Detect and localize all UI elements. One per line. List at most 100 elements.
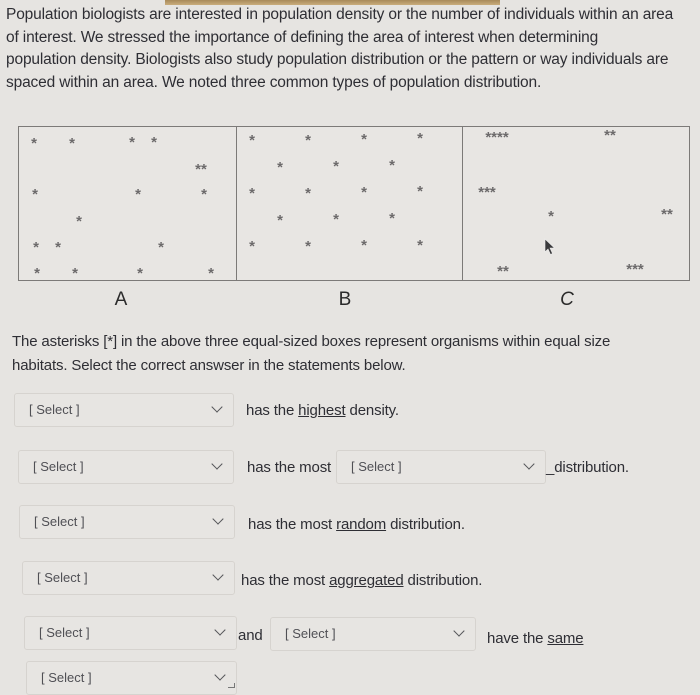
habitat-label-c: C bbox=[560, 289, 574, 310]
organism-asterisk: * bbox=[158, 239, 164, 256]
organism-asterisk: *** bbox=[626, 261, 644, 278]
instructions: The asterisks [*] in the above three equ… bbox=[12, 330, 610, 378]
instructions-line: habitats. Select the correct answser in … bbox=[12, 357, 406, 374]
statement-distribution-suffix: _distribution. bbox=[546, 459, 629, 476]
organism-asterisk: * bbox=[333, 211, 339, 228]
organism-asterisk: * bbox=[389, 210, 395, 227]
statement-random-distribution: has the most random distribution. bbox=[248, 516, 465, 533]
statement-aggregated-distribution: has the most aggregated distribution. bbox=[241, 572, 482, 589]
organism-asterisk: * bbox=[417, 130, 423, 147]
statement-text: has the bbox=[246, 402, 299, 419]
select-value: [ Select ] bbox=[34, 514, 85, 529]
organism-asterisk: * bbox=[249, 238, 255, 255]
intro-paragraph: Population biologists are interested in … bbox=[6, 4, 700, 94]
select-value: [ Select ] bbox=[37, 570, 88, 585]
intro-line: population density. Biologists also stud… bbox=[6, 51, 669, 68]
statement-highest-density: has the highest density. bbox=[246, 402, 399, 419]
habitat-label-b: B bbox=[338, 289, 352, 310]
aggregated-distribution-select[interactable]: [ Select ] bbox=[22, 561, 235, 595]
chevron-down-icon bbox=[214, 624, 226, 636]
organism-asterisk: * bbox=[305, 185, 311, 202]
select-value: [ Select ] bbox=[29, 402, 80, 417]
statement-text: has the most bbox=[248, 516, 337, 533]
emphasis-highest: highest bbox=[298, 402, 346, 419]
organism-asterisk: * bbox=[129, 134, 135, 151]
select-value: [ Select ] bbox=[351, 459, 402, 474]
habitat-label-a: A bbox=[114, 289, 128, 310]
same-distribution-select-first[interactable]: [ Select ] bbox=[24, 616, 237, 650]
organism-asterisk: * bbox=[277, 212, 283, 229]
chevron-down-icon bbox=[211, 458, 223, 470]
chevron-down-icon bbox=[212, 569, 224, 581]
organism-asterisk: * bbox=[55, 239, 61, 256]
intro-line: Population biologists are interested in … bbox=[6, 6, 674, 23]
organism-asterisk: * bbox=[249, 185, 255, 202]
organism-asterisk: * bbox=[34, 265, 40, 282]
organism-asterisk: ** bbox=[195, 161, 207, 178]
select-value: [ Select ] bbox=[41, 670, 92, 685]
organism-asterisk: * bbox=[361, 184, 367, 201]
organism-asterisk: * bbox=[135, 186, 141, 203]
select-value: [ Select ] bbox=[33, 459, 84, 474]
same-distribution-select-second[interactable]: [ Select ] bbox=[270, 617, 476, 651]
organism-asterisk: * bbox=[201, 186, 207, 203]
emphasis-random: random bbox=[336, 516, 387, 533]
same-property-select[interactable]: [ Select ] bbox=[26, 661, 237, 695]
habitat-box-a: * * * * ** * * * * * * * * * * * bbox=[18, 126, 238, 281]
chevron-down-icon bbox=[211, 401, 223, 413]
organism-asterisk: * bbox=[137, 265, 143, 282]
emphasis-aggregated: aggregated bbox=[329, 572, 404, 589]
statement-has-the-most: has the most bbox=[247, 459, 332, 476]
statement-text: distribution. bbox=[386, 516, 465, 533]
resize-handle-icon bbox=[228, 683, 235, 688]
organism-asterisk: * bbox=[361, 237, 367, 254]
organism-asterisk: ** bbox=[497, 263, 509, 280]
organism-asterisk: **** bbox=[485, 129, 509, 146]
organism-asterisk: * bbox=[389, 157, 395, 174]
organism-asterisk: * bbox=[31, 135, 37, 152]
organism-asterisk: * bbox=[417, 237, 423, 254]
organism-asterisk: ** bbox=[604, 127, 616, 144]
organism-asterisk: * bbox=[361, 131, 367, 148]
habitat-diagram: * * * * ** * * * * * * * * * * * * * * * * * * * * * * * * * * * * * ***… bbox=[18, 126, 690, 283]
habitat-box-b: * * * * * * * * * * * * * * * * * * bbox=[236, 126, 464, 281]
statement-text: has the most bbox=[241, 572, 330, 589]
statement-and: and bbox=[238, 627, 263, 644]
chevron-down-icon bbox=[212, 513, 224, 525]
statement-text: have the bbox=[487, 630, 548, 647]
organism-asterisk: * bbox=[277, 159, 283, 176]
random-distribution-select[interactable]: [ Select ] bbox=[19, 505, 235, 539]
density-select[interactable]: [ Select ] bbox=[14, 393, 234, 427]
organism-asterisk: * bbox=[249, 132, 255, 149]
distribution-type-select[interactable]: [ Select ] bbox=[336, 450, 546, 484]
habitat-box-c: **** ** *** * ** ** *** bbox=[462, 126, 690, 281]
statement-text: distribution. bbox=[403, 572, 483, 589]
organism-asterisk: ** bbox=[661, 206, 673, 223]
select-value: [ Select ] bbox=[285, 626, 336, 641]
organism-asterisk: * bbox=[333, 158, 339, 175]
organism-asterisk: * bbox=[305, 132, 311, 149]
emphasis-same: same bbox=[547, 630, 584, 647]
organism-asterisk: * bbox=[69, 135, 75, 152]
organism-asterisk: * bbox=[305, 238, 311, 255]
organism-asterisk: * bbox=[32, 186, 38, 203]
instructions-line: The asterisks [*] in the above three equ… bbox=[12, 333, 611, 350]
statement-have-the-same: have the same bbox=[487, 630, 584, 647]
distribution-habitat-select[interactable]: [ Select ] bbox=[18, 450, 234, 484]
organism-asterisk: * bbox=[72, 265, 78, 282]
organism-asterisk: * bbox=[151, 134, 157, 151]
organism-asterisk: * bbox=[33, 239, 39, 256]
organism-asterisk: *** bbox=[478, 184, 496, 201]
intro-line: spaced within an area. We noted three co… bbox=[6, 73, 542, 91]
select-value: [ Select ] bbox=[39, 625, 90, 640]
mouse-pointer-icon bbox=[544, 238, 556, 255]
organism-asterisk: * bbox=[548, 208, 554, 225]
chevron-down-icon bbox=[214, 669, 226, 681]
chevron-down-icon bbox=[523, 458, 535, 470]
statement-text: density. bbox=[345, 402, 400, 419]
chevron-down-icon bbox=[453, 625, 465, 637]
intro-line: of interest. We stressed the importance … bbox=[6, 28, 599, 46]
organism-asterisk: * bbox=[76, 213, 82, 230]
organism-asterisk: * bbox=[208, 265, 214, 282]
organism-asterisk: * bbox=[417, 183, 423, 200]
